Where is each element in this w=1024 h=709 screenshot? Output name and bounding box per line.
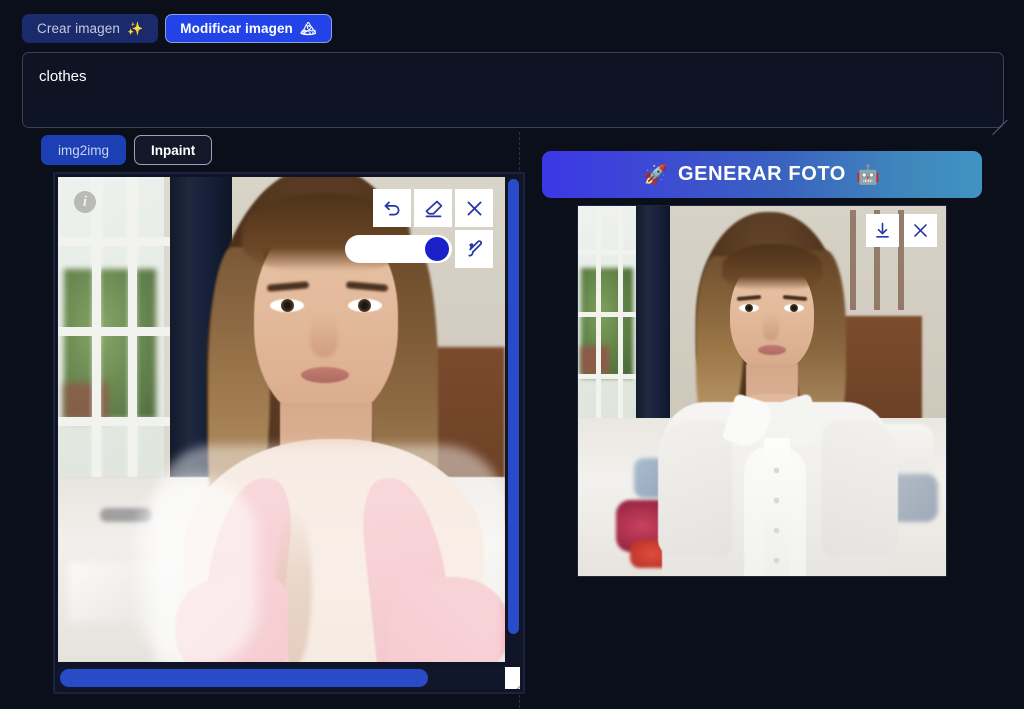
tab-modificar-imagen-label: Modificar imagen bbox=[180, 21, 293, 36]
generate-photo-label: GENERAR FOTO bbox=[678, 163, 846, 185]
inpaint-editor[interactable]: i bbox=[53, 172, 525, 694]
prompt-area bbox=[22, 52, 1008, 136]
brush-size-slider[interactable] bbox=[345, 235, 452, 263]
brush-size-knob[interactable] bbox=[425, 237, 449, 261]
brush-controls bbox=[345, 230, 493, 268]
eraser-icon[interactable] bbox=[414, 189, 452, 227]
source-image[interactable]: i bbox=[58, 177, 505, 662]
result-image[interactable] bbox=[577, 205, 947, 577]
canvas-resize-handle[interactable] bbox=[505, 667, 520, 689]
sparkles-icon: ✨ bbox=[126, 21, 144, 36]
tab-img2img[interactable]: img2img bbox=[41, 135, 127, 165]
rocket-icon: 🚀 bbox=[643, 164, 669, 186]
canvas-horizontal-scroll-thumb[interactable] bbox=[60, 669, 428, 687]
inpaint-mask-overlay-secondary bbox=[138, 477, 258, 662]
tab-modificar-imagen[interactable]: Modificar imagen 🏔 bbox=[165, 14, 332, 43]
top-tab-bar: Crear imagen ✨ Modificar imagen 🏔 bbox=[22, 14, 332, 43]
tab-crear-imagen[interactable]: Crear imagen ✨ bbox=[22, 14, 159, 43]
close-icon[interactable] bbox=[455, 189, 493, 227]
brush-icon[interactable] bbox=[455, 230, 493, 268]
canvas-horizontal-scrollbar[interactable] bbox=[58, 667, 505, 689]
close-icon[interactable] bbox=[904, 214, 937, 247]
left-panel: img2img Inpaint i bbox=[22, 132, 525, 708]
mode-tab-group: img2img Inpaint bbox=[41, 135, 213, 165]
download-icon[interactable] bbox=[866, 214, 899, 247]
result-toolbar bbox=[866, 214, 937, 247]
prompt-input[interactable] bbox=[22, 52, 1004, 128]
robot-icon: 🤖 bbox=[855, 164, 881, 186]
tab-crear-imagen-label: Crear imagen bbox=[37, 21, 120, 36]
undo-icon[interactable] bbox=[373, 189, 411, 227]
info-icon[interactable]: i bbox=[74, 191, 96, 213]
mountain-icon: 🏔 bbox=[299, 21, 317, 36]
canvas-vertical-scroll-thumb[interactable] bbox=[508, 179, 519, 634]
canvas-vertical-scrollbar[interactable] bbox=[507, 177, 520, 662]
tab-inpaint[interactable]: Inpaint bbox=[134, 135, 213, 165]
canvas-toolbar bbox=[373, 189, 493, 227]
right-panel: 🚀 GENERAR FOTO 🤖 bbox=[533, 132, 1009, 708]
generate-photo-button[interactable]: 🚀 GENERAR FOTO 🤖 bbox=[542, 151, 982, 198]
